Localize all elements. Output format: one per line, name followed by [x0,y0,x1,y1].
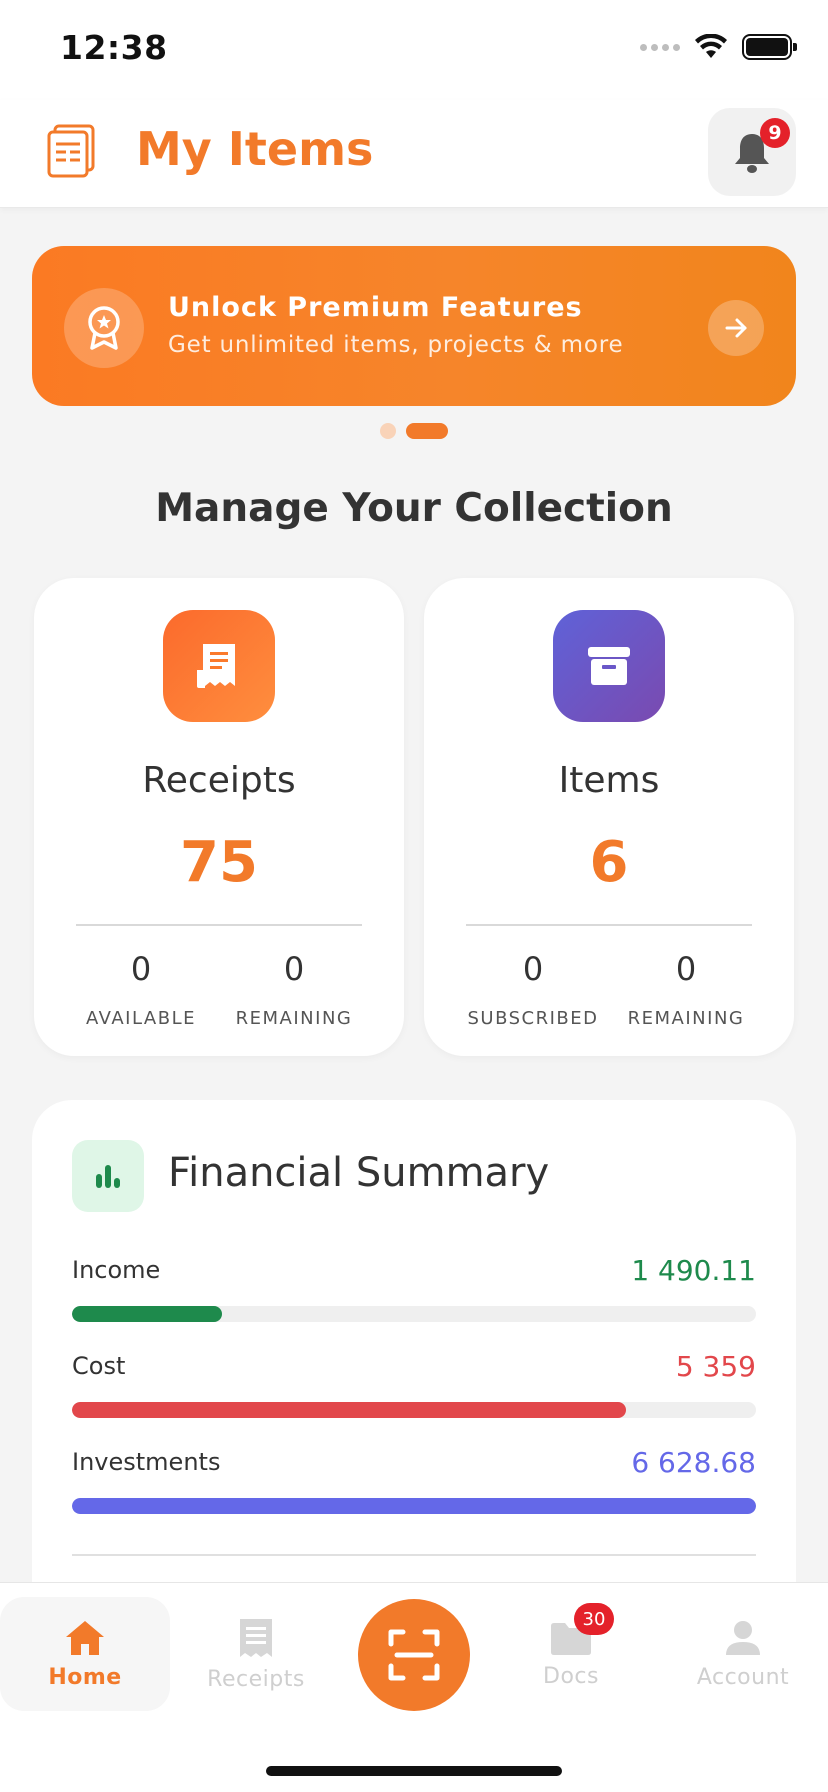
divider [76,924,362,926]
docs-badge: 30 [574,1603,614,1635]
stat-number: 0 [675,950,697,988]
income-progress-track [72,1306,756,1322]
battery-icon [742,34,797,60]
wifi-icon [695,34,727,58]
user-icon [726,1620,760,1655]
cost-progress-track [72,1402,756,1418]
banner-subtitle: Get unlimited items, projects & more [168,332,624,358]
receipt-icon [163,610,275,722]
arrow-right-icon[interactable] [708,300,764,356]
investments-progress-track [72,1498,756,1514]
financial-summary-title: Financial Summary [168,1150,550,1196]
notifications-button[interactable]: 9 [708,108,796,196]
premium-banner-carousel: Unlock Premium Features Get unlimited it… [32,246,796,406]
tab-receipts[interactable]: Receipts [171,1597,341,1711]
pager-dot-active[interactable] [406,423,448,439]
carousel-pager [380,423,448,439]
receipts-count: 75 [180,830,258,895]
items-subscribed-stat: 0 SUBSCRIBED [453,950,613,1029]
cost-progress-fill [72,1402,627,1418]
income-value: 1 490.11 [631,1254,756,1287]
archive-box-icon [553,610,665,722]
status-time: 12:38 [60,28,168,67]
receipts-remaining-stat: 0 REMAINING [214,950,374,1029]
tab-label: Account [696,1664,790,1690]
financial-summary-card[interactable]: Financial Summary Income 1 490.11 Cost 5… [32,1100,796,1640]
cost-value: 5 359 [675,1350,756,1383]
tab-account[interactable]: Account [658,1597,828,1711]
receipts-label: Receipts [142,760,296,801]
items-card[interactable]: Items 6 0 SUBSCRIBED 0 REMAINING [424,578,794,1056]
status-bar: 12:38 [0,0,828,100]
stat-number: 0 [522,950,544,988]
divider [72,1554,756,1556]
receipt-icon [240,1618,272,1657]
cost-label: Cost [72,1352,126,1380]
bar-chart-icon [72,1140,144,1212]
page-title: My Items [136,122,374,176]
stat-label: AVAILABLE [86,1008,196,1029]
tab-label: Receipts [207,1666,305,1692]
receipts-available-stat: 0 AVAILABLE [61,950,221,1029]
pager-dot[interactable] [380,423,396,439]
tab-label: Home [48,1664,122,1690]
stat-label: REMAINING [627,1008,745,1029]
tab-label: Docs [543,1663,599,1689]
banner-title: Unlock Premium Features [168,292,583,323]
investments-progress-fill [72,1498,756,1514]
documents-logo-icon [47,124,95,178]
items-count: 6 [589,830,629,895]
scan-button[interactable] [358,1599,470,1711]
income-progress-fill [72,1306,223,1322]
notification-badge: 9 [760,118,790,148]
stat-number: 0 [130,950,152,988]
investments-value: 6 628.68 [631,1446,756,1479]
income-label: Income [72,1256,161,1284]
stat-label: SUBSCRIBED [467,1008,599,1029]
stat-number: 0 [283,950,305,988]
home-indicator [266,1766,562,1776]
items-label: Items [558,760,660,801]
items-remaining-stat: 0 REMAINING [606,950,766,1029]
status-icons [640,34,797,60]
premium-banner[interactable]: Unlock Premium Features Get unlimited it… [32,246,796,406]
investments-label: Investments [72,1448,221,1476]
tab-docs[interactable]: Docs [486,1597,656,1711]
signal-icon [640,43,680,51]
bottom-tab-bar: Home Receipts Docs 30 Account [0,1582,828,1792]
app-header: My Items 9 [0,100,828,208]
award-icon [64,288,144,368]
home-icon [66,1620,104,1655]
section-title: Manage Your Collection [155,486,673,531]
stat-label: REMAINING [235,1008,353,1029]
scan-icon [388,1629,440,1681]
tab-home[interactable]: Home [0,1597,170,1711]
receipts-card[interactable]: Receipts 75 0 AVAILABLE 0 REMAINING [34,578,404,1056]
divider [466,924,752,926]
